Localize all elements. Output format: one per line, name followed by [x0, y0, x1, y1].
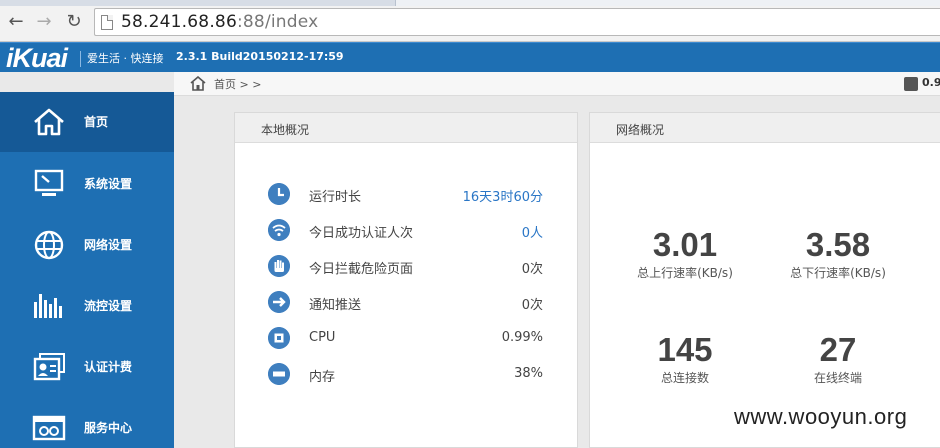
globe-icon: [34, 230, 64, 260]
memory-icon: [268, 363, 290, 385]
stat-row-push: 通知推送 0次: [235, 289, 577, 317]
monitor-icon: [34, 169, 64, 196]
sidebar-item-flow-control[interactable]: 流控设置: [0, 276, 174, 336]
url-text[interactable]: 58.241.68.86:88/index: [121, 12, 318, 32]
panel-title: 本地概况: [261, 123, 310, 137]
sidebar-item-auth-billing[interactable]: 认证计费: [0, 337, 174, 397]
stat-label: 运行时长: [309, 190, 362, 205]
arrow-right-icon: [268, 291, 290, 313]
cpu-chip-icon: [904, 77, 918, 91]
bar-chart-icon: [34, 294, 62, 318]
service-window-icon: [32, 415, 66, 441]
breadcrumb-text[interactable]: 首页 > >: [214, 76, 261, 92]
stat-label: 内存: [309, 370, 336, 385]
clock-icon: [268, 183, 290, 205]
cpu-indicator: 0.9: [922, 76, 940, 89]
sidebar-item-home[interactable]: 首页: [0, 92, 174, 152]
metric-online-devices: 27 在线终端: [758, 332, 918, 386]
sidebar-item-label: 服务中心: [84, 421, 133, 435]
stat-value: 16天3时60分: [462, 190, 543, 205]
sidebar-item-system[interactable]: 系统设置: [0, 154, 174, 214]
sidebar-item-network[interactable]: 网络设置: [0, 215, 174, 275]
hand-icon: [268, 255, 290, 277]
stat-value: 0次: [521, 298, 543, 313]
sidebar-item-label: 网络设置: [84, 238, 133, 252]
stat-value: 0.99%: [501, 330, 543, 345]
stat-row-auth: 今日成功认证人次 0人: [235, 217, 577, 245]
stat-row-uptime: 运行时长 16天3时60分: [235, 181, 577, 209]
stat-value: 0人: [521, 226, 543, 241]
network-overview-panel: 网络概况 3.01 总上行速率(KB/s) 3.58 总下行速率(KB/s) 1…: [589, 112, 940, 448]
sidebar-item-label: 系统设置: [84, 177, 133, 191]
sidebar-item-label: 首页: [84, 115, 109, 129]
slogan: 爱生活 · 快连接: [80, 51, 164, 67]
stat-value: 0次: [521, 262, 543, 277]
browser-toolbar: ← → ↻ 58.241.68.86:88/index: [0, 0, 940, 42]
panel-header: 本地概况: [235, 113, 577, 143]
tab-strip: [0, 0, 940, 6]
stat-row-cpu: CPU 0.99%: [235, 325, 577, 353]
metric-label: 总连接数: [660, 371, 709, 385]
home-icon: [34, 108, 64, 136]
metric-label: 总上行速率(KB/s): [637, 266, 733, 280]
back-arrow-icon[interactable]: ←: [6, 12, 26, 32]
metric-upload-rate: 3.01 总上行速率(KB/s): [605, 227, 765, 281]
sidebar-item-label: 认证计费: [84, 360, 133, 374]
metric-connections: 145 总连接数: [605, 332, 765, 386]
metric-download-rate: 3.58 总下行速率(KB/s): [758, 227, 918, 281]
local-overview-panel: 本地概况 运行时长 16天3时60分 今日成功认证人次 0人 今日拦截危险页面 …: [234, 112, 578, 448]
metric-label: 总下行速率(KB/s): [790, 266, 886, 280]
wifi-icon: [268, 219, 290, 241]
sidebar-item-label: 流控设置: [84, 299, 133, 313]
metric-value: 145: [657, 331, 713, 368]
sidebar-item-service-center[interactable]: 服务中心: [0, 398, 174, 448]
metric-value: 27: [819, 331, 857, 368]
stat-label: 今日拦截危险页面: [309, 262, 414, 277]
metric-label: 在线终端: [813, 371, 862, 385]
stat-value: 38%: [514, 366, 543, 381]
breadcrumb: 首页 > > 0.9: [174, 72, 940, 96]
watermark: www.wooyun.org: [734, 404, 908, 429]
page-icon: [101, 15, 113, 30]
id-card-icon: [33, 353, 65, 381]
app-header: iKuai 爱生活 · 快连接 2.3.1 Build20150212-17:5…: [0, 42, 940, 74]
ikuai-logo[interactable]: iKuai: [6, 43, 68, 74]
metric-value: 3.01: [652, 226, 718, 263]
stat-label: 今日成功认证人次: [309, 226, 414, 241]
cpu-icon: [268, 327, 290, 349]
stat-row-blocked: 今日拦截危险页面 0次: [235, 253, 577, 281]
build-version: 2.3.1 Build20150212-17:59: [176, 50, 344, 63]
panel-title: 网络概况: [616, 123, 665, 137]
sidebar: 首页 系统设置 网络设置 流控设置 认证计费 服务中心: [0, 92, 174, 448]
home-icon[interactable]: [190, 76, 206, 91]
metric-value: 3.58: [805, 226, 871, 263]
forward-arrow-icon[interactable]: →: [34, 12, 54, 32]
stat-label: 通知推送: [309, 298, 362, 313]
stat-label: CPU: [309, 330, 336, 345]
address-bar[interactable]: 58.241.68.86:88/index: [94, 8, 940, 36]
stat-row-memory: 内存 38%: [235, 361, 577, 389]
reload-icon[interactable]: ↻: [64, 12, 84, 32]
browser-tab[interactable]: [395, 0, 940, 6]
panel-header: 网络概况: [590, 113, 940, 143]
